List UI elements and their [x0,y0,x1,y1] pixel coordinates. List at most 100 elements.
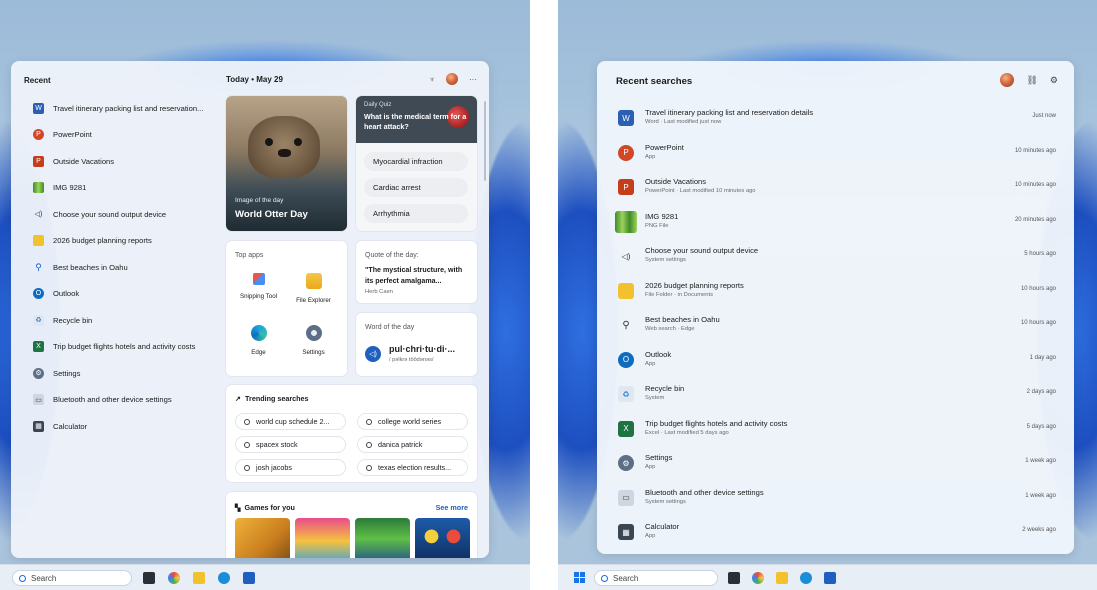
taskbar-search-placeholder: Search [31,573,57,583]
file-explorer-icon[interactable] [776,572,788,584]
quiz-option[interactable]: Cardiac arrest [364,178,468,197]
calculator-icon: ▦ [33,420,44,432]
trending-chip[interactable]: spacex stock [235,436,346,453]
game-tile[interactable] [355,518,410,558]
recent-search-row[interactable]: ♻ Recycle bin System 2 days ago [597,377,1074,412]
item-name: Travel itinerary packing list and reserv… [645,108,814,117]
recent-item[interactable]: W Travel itinerary packing list and reser… [11,95,221,122]
quote-text: "The mystical structure, with its perfec… [365,266,463,285]
recent-searches-title: Recent searches [616,76,693,87]
recent-item-label: Travel itinerary packing list and reserv… [53,103,204,113]
item-name: Settings [645,453,673,462]
recent-search-row[interactable]: IMG 9281 PNG File 20 minutes ago [597,205,1074,240]
recent-search-row[interactable]: ▦ Calculator App 2 weeks ago [597,515,1074,550]
item-name: Recycle bin [645,384,685,393]
recent-item[interactable]: ♻ Recycle bin [11,307,221,334]
recent-item[interactable]: IMG 9281 [11,175,221,202]
recent-search-row[interactable]: ▭ Bluetooth and other device settings Syst… [597,481,1074,516]
app-edge[interactable]: Edge [231,325,286,356]
folder-icon [33,235,44,247]
recent-item[interactable]: 2026 budget planning reports [11,228,221,255]
recent-item[interactable]: ◁) Choose your sound output device [11,201,221,228]
settings-icon[interactable]: ⚙ [1050,75,1058,86]
see-more-link[interactable]: See more [436,503,468,512]
start-icon[interactable] [574,572,585,583]
word-label: Word of the day [365,324,415,331]
recent-item[interactable]: X Trip budget flights hotels and activity… [11,334,221,361]
recent-search-row[interactable]: O Outlook App 1 day ago [597,343,1074,378]
more-options-icon[interactable]: ··· [469,75,477,84]
search-flyout: Recent W Travel itinerary packing list an… [11,61,489,558]
speaker-icon: ◁) [621,251,631,261]
item-time: 2 weeks ago [1022,527,1056,533]
app-file-explorer[interactable]: File Explorer [286,273,341,304]
trending-chip[interactable]: world cup schedule 2... [235,413,346,430]
chip-label: college world series [378,417,442,426]
recent-item[interactable]: O Outlook [11,281,221,308]
quiz-option[interactable]: Myocardial infraction [364,152,468,171]
speaker-icon[interactable]: ◁) [365,346,381,362]
recent-search-row[interactable]: P Outside Vacations PowerPoint · Last modi… [597,170,1074,205]
trending-chip[interactable]: texas election results... [357,459,468,476]
web-search-icon: ⚲ [35,261,42,272]
scrollbar[interactable] [484,101,486,181]
store-icon[interactable] [824,572,836,584]
recent-search-row[interactable]: ⚙ Settings App 1 week ago [597,446,1074,481]
app-snipping-tool[interactable]: Snipping Tool [231,273,286,300]
snipping-tool-icon [252,273,265,285]
trending-chip[interactable]: josh jacobs [235,459,346,476]
recent-item[interactable]: ⚙ Settings [11,360,221,387]
game-tile[interactable] [295,518,350,558]
rewards-icon[interactable]: ♆ [429,75,435,84]
recent-item[interactable]: ⚲ Best beaches in Oahu [11,254,221,281]
recent-search-row[interactable]: X Trip budget flights hotels and activity… [597,412,1074,447]
game-tile[interactable] [235,518,290,558]
daily-quiz-card: Daily Quiz What is the medical term for … [356,96,477,231]
otter-nose [278,149,291,157]
recent-search-row[interactable]: P PowerPoint App 10 minutes ago [597,136,1074,171]
search-icon [366,441,372,448]
trending-chip[interactable]: college world series [357,413,468,430]
item-time: 2 days ago [1026,389,1056,395]
outlook-icon: O [33,288,44,300]
game-tile[interactable] [415,518,470,558]
recent-item[interactable]: P Outside Vacations [11,148,221,175]
task-view-icon[interactable] [728,572,740,584]
search-icon [366,464,372,471]
copilot-icon[interactable] [752,572,764,584]
app-settings[interactable]: Settings [286,325,341,356]
word-doc-icon: W [618,110,634,126]
edge-icon[interactable] [800,572,812,584]
word-of-the-day-card[interactable]: Word of the day ◁) pul·chri·tu·di·... / … [356,313,477,376]
image-of-the-day-card[interactable]: Image of the day World Otter Day [226,96,347,231]
quote-of-the-day-card[interactable]: Quote of the day: "The mystical structur… [356,241,477,303]
word-doc-icon: W [33,102,44,114]
item-name: IMG 9281 [645,211,679,221]
recent-item-label: IMG 9281 [53,183,87,193]
file-explorer-icon[interactable] [193,572,205,584]
recent-search-row[interactable]: 2026 budget planning reports File Folder … [597,274,1074,309]
item-subtitle: App [645,533,656,539]
store-icon[interactable] [243,572,255,584]
recent-search-row[interactable]: ⚲ Best beaches in Oahu Web search · Edge 10… [597,308,1074,343]
recent-item[interactable]: ▦ Calculator [11,413,221,440]
recent-item[interactable]: P PowerPoint [11,122,221,149]
task-view-icon[interactable] [143,572,155,584]
quiz-option[interactable]: Arrhythmia [364,204,468,223]
taskbar-search[interactable]: Search [594,570,718,586]
trending-chip[interactable]: danica patrick [357,436,468,453]
avatar[interactable] [446,73,458,85]
item-subtitle: Excel · Last modified 5 days ago [645,429,729,436]
item-subtitle: System [645,395,665,401]
avatar[interactable] [1000,73,1015,87]
recent-search-row[interactable]: ◁) Choose your sound output device System … [597,239,1074,274]
taskbar-search[interactable]: Search [12,570,132,586]
recent-item[interactable]: ▭ Bluetooth and other device settings [11,387,221,414]
share-icon[interactable]: ⛓ [1026,75,1037,86]
recent-search-row[interactable]: W Travel itinerary packing list and reser… [597,101,1074,136]
item-subtitle: Word · Last modified just now [645,119,722,125]
item-subtitle: App [645,153,656,160]
web-search-icon: ⚲ [622,319,630,331]
edge-icon[interactable] [218,572,230,584]
copilot-icon[interactable] [168,572,180,584]
